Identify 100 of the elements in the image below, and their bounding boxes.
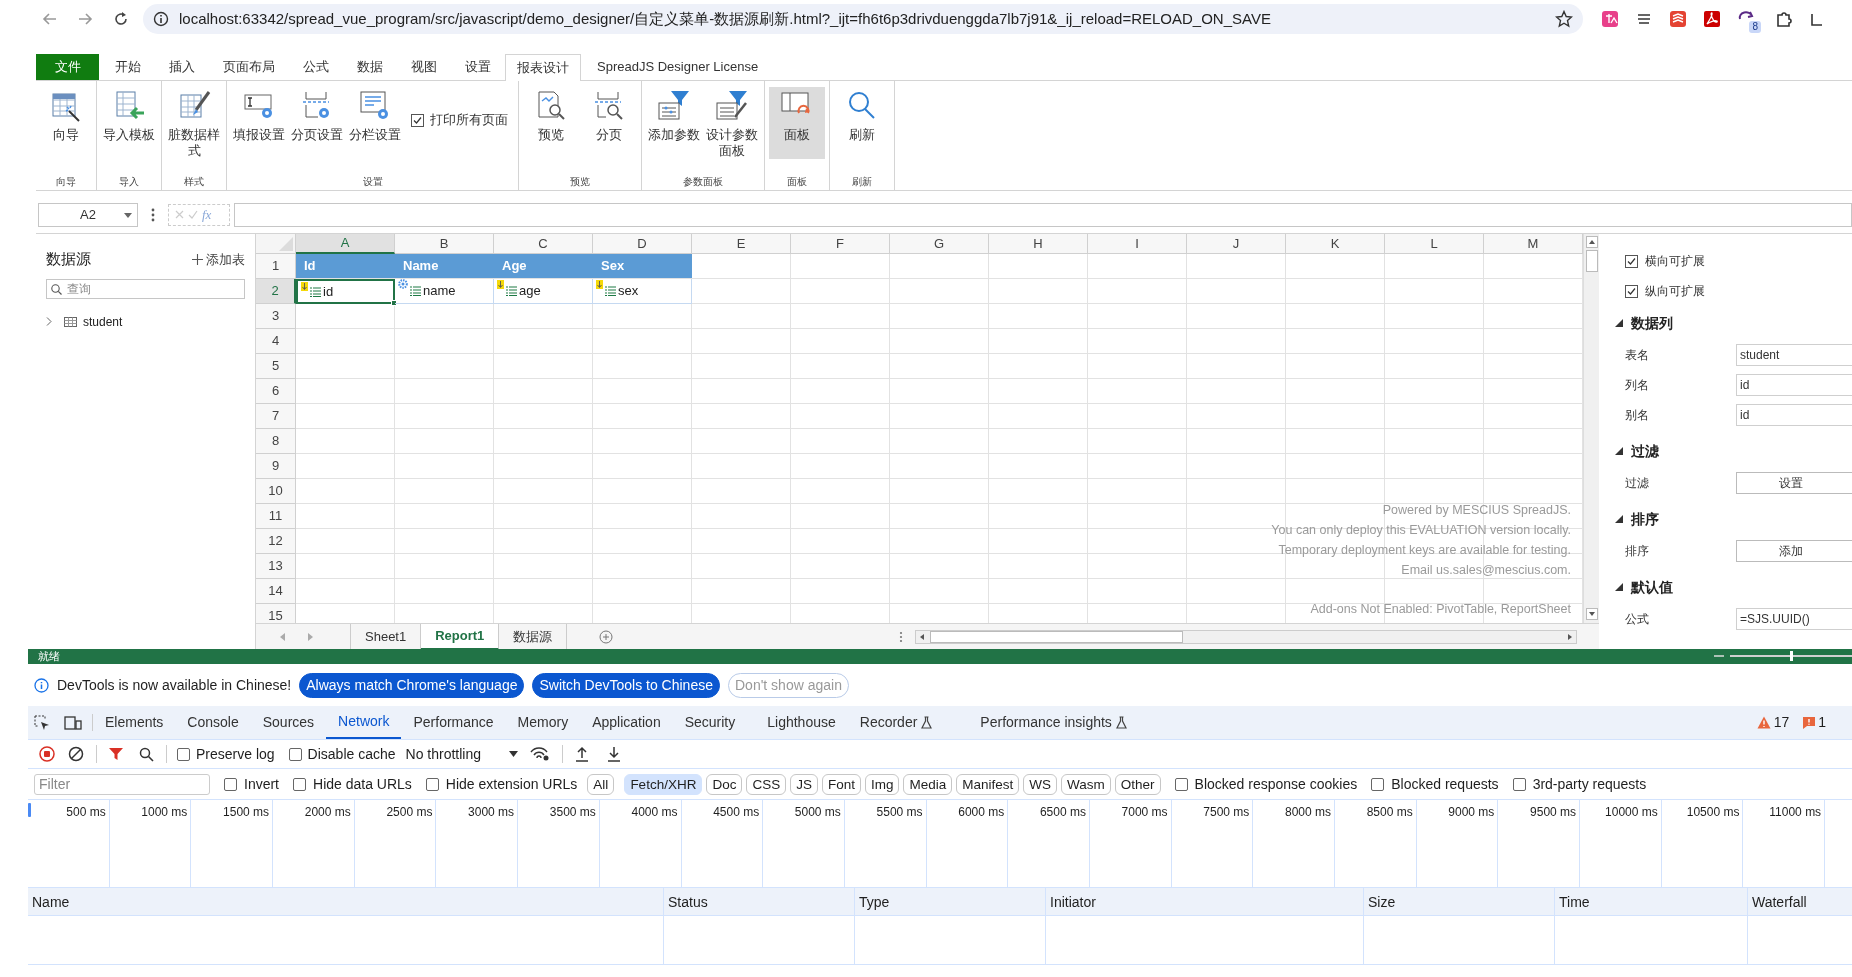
checkbox[interactable] <box>411 113 424 127</box>
row-header[interactable]: 14 <box>256 579 296 604</box>
type-filter-button[interactable]: Media <box>903 773 953 795</box>
ribbon-tab[interactable]: 设置 <box>451 54 505 80</box>
slider-thumb[interactable] <box>1789 651 1793 661</box>
devtools-tab[interactable]: Performance insights <box>968 706 1139 739</box>
table-cell[interactable]: name <box>395 279 494 304</box>
column-header[interactable]: Name <box>28 888 664 916</box>
row-header[interactable]: 9 <box>256 454 296 479</box>
file-tab[interactable]: 文件 <box>36 54 99 80</box>
devtools-tab[interactable]: Sources <box>250 706 327 739</box>
table-cell[interactable]: id <box>296 279 395 304</box>
ribbon-button[interactable]: 添加参数 <box>646 87 702 159</box>
devtools-tab[interactable]: Application <box>580 706 673 739</box>
address-bar[interactable]: localhost:63342/spread_vue_program/src/javascript/demo_designer/自定义菜单-数据源刷新.html?_ijt=fh6t6p3drivduenggda7lb7j91&_ij_reload=RELOAD_ON_SAVE <box>143 4 1583 34</box>
type-filter-button[interactable]: Doc <box>706 773 743 795</box>
devtools-tab[interactable]: Security <box>672 706 748 739</box>
ribbon-tab[interactable]: 视图 <box>397 54 451 80</box>
type-filter-button[interactable]: Wasm <box>1061 773 1111 795</box>
type-filter-button[interactable]: CSS <box>746 773 787 795</box>
column-header[interactable]: G <box>890 234 989 254</box>
fill-handle[interactable] <box>391 300 397 306</box>
devtools-tab[interactable]: Console <box>175 706 251 739</box>
back-icon[interactable] <box>42 11 58 27</box>
banner-button[interactable]: Switch DevTools to Chinese <box>532 672 720 698</box>
checkbox[interactable] <box>1174 777 1188 791</box>
horizontal-scrollbar[interactable] <box>915 629 1578 644</box>
throttling-select[interactable]: No throttling <box>405 743 518 765</box>
ribbon-button[interactable]: 设计参数面板 <box>704 87 760 161</box>
input-field[interactable]: id <box>1736 404 1852 426</box>
column-header[interactable]: A <box>296 234 395 254</box>
ribbon-tab[interactable]: 报表设计 <box>505 54 581 81</box>
scrollbar-thumb[interactable] <box>1585 250 1598 272</box>
column-header[interactable]: J <box>1187 234 1286 254</box>
banner-button[interactable]: Always match Chrome's language <box>299 672 525 698</box>
checkbox[interactable] <box>425 777 439 791</box>
star-icon[interactable] <box>1555 10 1573 28</box>
row-header[interactable]: 11 <box>256 504 296 529</box>
devtools-tab[interactable]: Memory <box>505 706 581 739</box>
device-icon[interactable] <box>64 714 82 731</box>
more-icon[interactable] <box>151 207 155 222</box>
add-sheet-icon[interactable] <box>599 629 614 644</box>
column-header[interactable]: Time <box>1555 888 1748 916</box>
column-header[interactable]: E <box>692 234 791 254</box>
column-header[interactable]: I <box>1088 234 1187 254</box>
type-filter-button[interactable]: WS <box>1023 773 1058 795</box>
action-button[interactable]: 设置 <box>1736 472 1852 494</box>
ribbon-button[interactable]: 向导 <box>38 87 94 159</box>
record-icon[interactable] <box>39 746 55 762</box>
add-table-link[interactable]: 添加表 <box>192 249 245 269</box>
checkbox[interactable] <box>288 747 302 761</box>
scrollbar-thumb[interactable] <box>930 630 1184 643</box>
table-cell[interactable]: age <box>494 279 593 304</box>
row-header[interactable]: 5 <box>256 354 296 379</box>
column-header[interactable]: C <box>494 234 593 254</box>
vertical-scrollbar[interactable] <box>1583 234 1599 623</box>
ribbon-tab[interactable]: 页面布局 <box>209 54 289 80</box>
stack-icon[interactable] <box>1669 10 1687 28</box>
row-header[interactable]: 13 <box>256 554 296 579</box>
table-cell[interactable]: sex <box>593 279 692 304</box>
column-header[interactable]: Status <box>664 888 855 916</box>
collapse-triangle-icon[interactable] <box>1615 319 1623 327</box>
pdf-icon[interactable] <box>1703 10 1721 28</box>
ribbon-button[interactable]: 分页设置 <box>289 87 345 159</box>
row-header[interactable]: 7 <box>256 404 296 429</box>
checkbox[interactable] <box>1371 777 1385 791</box>
ribbon-button[interactable]: 面板 <box>769 87 825 159</box>
search-icon[interactable] <box>139 746 154 762</box>
column-header[interactable]: H <box>989 234 1088 254</box>
ribbon-button[interactable]: 填报设置 <box>231 87 287 159</box>
warnings-counter[interactable]: 17 <box>1756 706 1790 739</box>
sheet-tab[interactable]: Report1 <box>421 623 500 650</box>
row-header[interactable]: 3 <box>256 304 296 329</box>
clear-icon[interactable] <box>68 746 84 762</box>
type-filter-button[interactable]: Fetch/XHR <box>624 773 703 795</box>
ribbon-tab[interactable]: 插入 <box>155 54 209 80</box>
devtools-tab[interactable]: Lighthouse <box>755 706 848 739</box>
column-header[interactable]: Waterfall <box>1748 888 1852 916</box>
ribbon-button[interactable]: 脏数据样式 <box>166 87 222 161</box>
row-header[interactable]: 6 <box>256 379 296 404</box>
column-header[interactable]: K <box>1286 234 1385 254</box>
timeline-handle[interactable] <box>28 803 31 817</box>
column-header[interactable]: B <box>395 234 494 254</box>
type-filter-button[interactable]: All <box>587 773 615 795</box>
action-button[interactable]: 添加 <box>1736 540 1852 562</box>
checkbox[interactable] <box>1625 284 1638 298</box>
filter-field[interactable]: Filter <box>34 773 210 795</box>
filter-icon[interactable] <box>109 747 123 761</box>
type-filter-button[interactable]: JS <box>790 773 818 795</box>
checkbox[interactable] <box>177 747 190 761</box>
ribbon-button[interactable]: 分栏设置 <box>347 87 403 159</box>
inspect-icon[interactable] <box>34 714 50 731</box>
collapse-triangle-icon[interactable] <box>1615 583 1623 591</box>
ribbon-button[interactable]: 预览 <box>523 87 579 159</box>
ribbon-tab[interactable]: SpreadJS Designer License <box>583 54 773 80</box>
type-filter-button[interactable]: Other <box>1114 773 1161 795</box>
translate-icon[interactable] <box>1601 10 1619 28</box>
collapse-triangle-icon[interactable] <box>1615 515 1623 523</box>
row-header[interactable]: 15 <box>256 604 296 623</box>
ribbon-tab[interactable]: 开始 <box>101 54 155 80</box>
